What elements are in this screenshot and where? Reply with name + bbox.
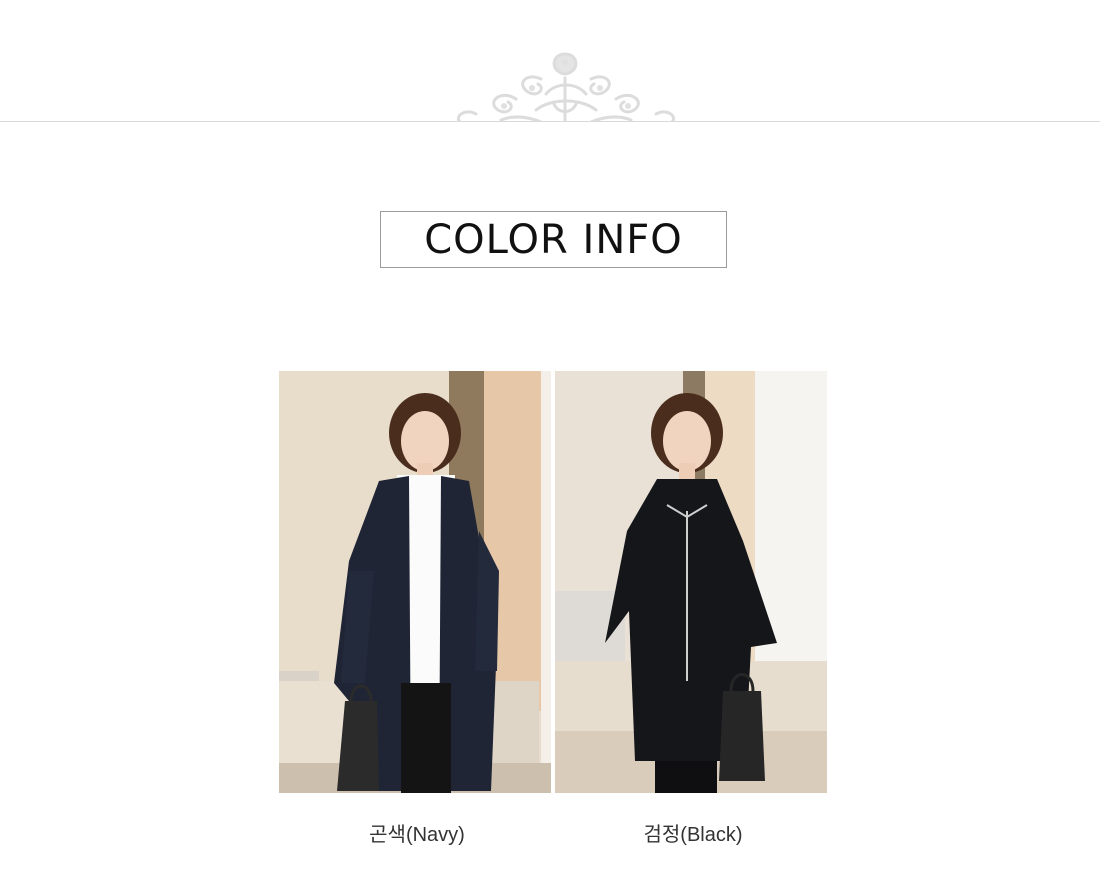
product-photo-black <box>555 371 827 793</box>
color-caption-navy: 곤색(Navy) <box>369 824 465 846</box>
section-title: COLOR INFO <box>424 216 683 263</box>
ornament-icon <box>446 44 686 122</box>
color-caption-black: 검정(Black) <box>643 824 743 846</box>
product-photo-navy <box>279 371 551 793</box>
section-title-box: COLOR INFO <box>380 211 727 268</box>
